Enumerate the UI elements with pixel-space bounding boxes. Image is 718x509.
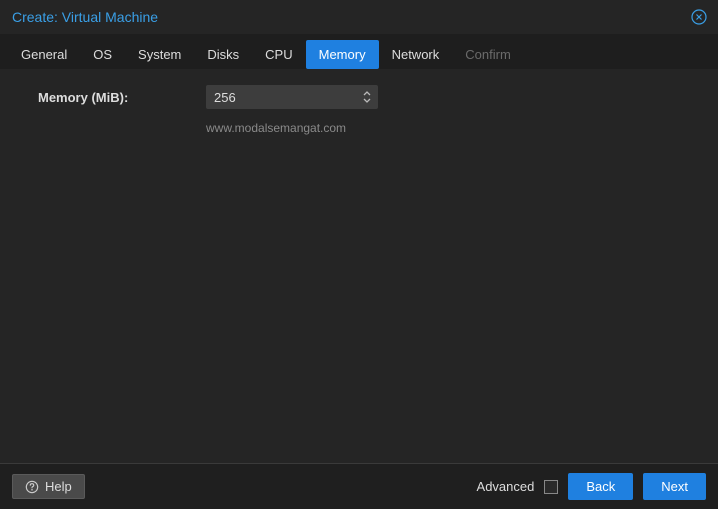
tab-cpu[interactable]: CPU	[252, 40, 305, 69]
titlebar: Create: Virtual Machine	[0, 0, 718, 34]
tab-confirm: Confirm	[452, 40, 524, 69]
help-icon	[25, 480, 39, 494]
tab-network[interactable]: Network	[379, 40, 453, 69]
advanced-checkbox[interactable]	[544, 480, 558, 494]
content-panel: Memory (MiB): www.modalsemangat.com	[0, 69, 718, 463]
next-button[interactable]: Next	[643, 473, 706, 500]
tab-disks[interactable]: Disks	[194, 40, 252, 69]
wizard-tabs: General OS System Disks CPU Memory Netwo…	[0, 34, 718, 69]
memory-label: Memory (MiB):	[38, 90, 206, 105]
chevron-up-icon	[362, 89, 372, 97]
memory-input[interactable]	[206, 90, 378, 105]
help-button[interactable]: Help	[12, 474, 85, 499]
spinner-buttons[interactable]	[362, 87, 374, 107]
memory-spinner[interactable]	[206, 85, 378, 109]
tab-general[interactable]: General	[8, 40, 80, 69]
close-button[interactable]	[690, 8, 708, 26]
dialog-footer: Help Advanced Back Next	[0, 463, 718, 509]
chevron-down-icon	[362, 97, 372, 105]
footer-right: Advanced Back Next	[477, 473, 706, 500]
tab-os[interactable]: OS	[80, 40, 125, 69]
close-icon	[691, 9, 707, 25]
advanced-label: Advanced	[477, 479, 535, 494]
tab-system[interactable]: System	[125, 40, 194, 69]
dialog-title: Create: Virtual Machine	[12, 9, 158, 25]
create-vm-dialog: Create: Virtual Machine General OS Syste…	[0, 0, 718, 509]
tab-memory[interactable]: Memory	[306, 40, 379, 69]
watermark-text: www.modalsemangat.com	[206, 117, 680, 135]
help-label: Help	[45, 479, 72, 494]
memory-row: Memory (MiB):	[38, 85, 680, 109]
back-button[interactable]: Back	[568, 473, 633, 500]
